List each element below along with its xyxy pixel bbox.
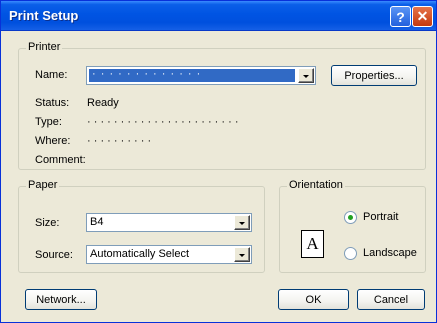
properties-button[interactable]: Properties... bbox=[331, 65, 417, 86]
printer-name-label: Name: bbox=[35, 69, 68, 81]
dialog-title: Print Setup bbox=[9, 8, 79, 23]
paper-source-value: Automatically Select bbox=[90, 248, 190, 260]
portrait-radio[interactable] bbox=[344, 211, 357, 224]
close-icon[interactable]: ✕ bbox=[412, 6, 433, 27]
printer-group-label: Printer bbox=[26, 41, 63, 53]
paper-source-select[interactable]: Automatically Select bbox=[86, 245, 252, 264]
ok-button[interactable]: OK bbox=[278, 289, 349, 310]
dropdown-arrow-icon[interactable] bbox=[234, 247, 250, 262]
status-value: Ready bbox=[87, 97, 119, 109]
network-button[interactable]: Network... bbox=[25, 289, 97, 310]
where-label: Where: bbox=[35, 135, 71, 147]
print-setup-dialog: Print Setup ? ✕ Printer Name: · · · · · … bbox=[0, 0, 437, 323]
type-value: · · · · · · · · · · · · · · · · · · · · … bbox=[87, 116, 239, 128]
paper-size-label: Size: bbox=[35, 217, 60, 229]
dropdown-arrow-icon[interactable] bbox=[234, 215, 250, 230]
portrait-page-icon: A bbox=[301, 230, 324, 258]
status-label: Status: bbox=[35, 97, 70, 109]
portrait-label[interactable]: Portrait bbox=[363, 211, 398, 223]
landscape-radio[interactable] bbox=[344, 247, 357, 260]
landscape-label[interactable]: Landscape bbox=[363, 247, 417, 259]
type-label: Type: bbox=[35, 116, 62, 128]
dropdown-arrow-icon[interactable] bbox=[298, 68, 314, 83]
title-bar[interactable]: Print Setup ? ✕ bbox=[1, 1, 436, 31]
where-value: · · · · · · · · · · bbox=[87, 135, 152, 147]
printer-name-value: · · · · · · · · · · · · · bbox=[92, 68, 202, 80]
paper-group-label: Paper bbox=[26, 179, 60, 191]
help-icon[interactable]: ? bbox=[390, 6, 411, 27]
comment-label: Comment: bbox=[35, 154, 86, 166]
printer-name-select[interactable]: · · · · · · · · · · · · · bbox=[86, 66, 316, 85]
paper-size-select[interactable]: B4 bbox=[86, 213, 252, 232]
cancel-button[interactable]: Cancel bbox=[357, 289, 425, 310]
paper-source-label: Source: bbox=[35, 249, 73, 261]
paper-size-value: B4 bbox=[90, 216, 104, 228]
orientation-group-label: Orientation bbox=[287, 179, 345, 191]
